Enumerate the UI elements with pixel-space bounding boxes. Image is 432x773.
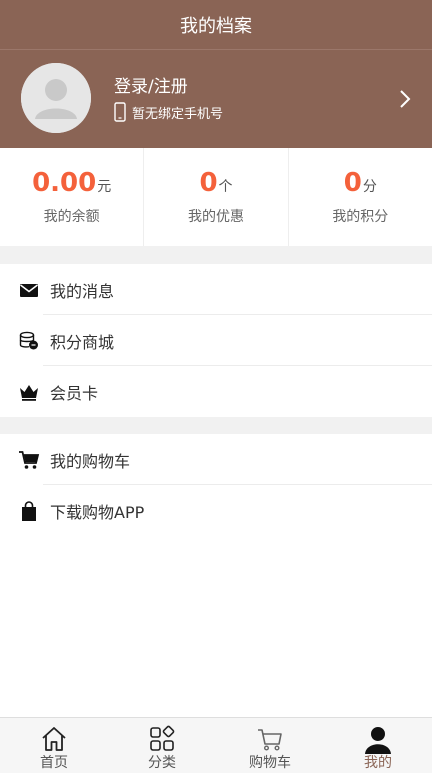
tab-label: 我的 [364,755,392,771]
section-divider [0,417,432,434]
profile-card[interactable]: 登录/注册 暂无绑定手机号 [0,50,432,148]
section-divider [0,246,432,264]
points-unit: 分 [362,179,377,195]
mail-icon [18,279,40,301]
balance-unit: 元 [97,179,112,195]
coins-icon [18,330,40,352]
stat-coupons[interactable]: 0 个 我的优惠 [144,148,289,246]
cart-icon [18,449,40,471]
account-stats: 0.00 元 我的余额 0 个 我的优惠 0 分 我的积分 [0,148,432,246]
page-title: 我的档案 [180,15,252,37]
menu-item-points-mall[interactable]: 积分商城 [0,315,432,366]
menu-item-member-card[interactable]: 会员卡 [0,366,432,417]
phone-status: 暂无绑定手机号 [114,102,223,122]
chevron-right-icon[interactable] [398,88,412,110]
login-register-link[interactable]: 登录/注册 [114,72,188,97]
default-avatar-icon [21,63,91,133]
stat-points[interactable]: 0 分 我的积分 [289,148,432,246]
tab-label: 首页 [40,755,68,771]
menu-item-label: 下载购物APP [50,502,145,522]
phone-status-text: 暂无绑定手机号 [132,106,224,122]
tab-mine[interactable]: 我的 [324,718,432,773]
points-value: 0 [343,168,362,198]
tab-cart[interactable]: 购物车 [216,718,324,773]
shopping-bag-icon [18,500,40,522]
balance-label: 我的余额 [43,209,100,225]
coupons-unit: 个 [218,179,233,195]
mobile-phone-icon [114,102,126,122]
top-bar: 我的档案 [0,0,432,50]
menu-group-account: 我的消息 积分商城 会员卡 [0,264,432,417]
stat-balance[interactable]: 0.00 元 我的余额 [0,148,145,246]
menu-item-messages[interactable]: 我的消息 [0,264,432,315]
menu-item-label: 我的消息 [50,281,115,301]
bottom-tab-bar: 首页 分类 购物车 我的 [0,717,432,773]
coupons-value: 0 [199,168,218,198]
tab-category[interactable]: 分类 [108,718,216,773]
user-icon [365,727,391,754]
balance-value: 0.00 [32,168,97,198]
avatar[interactable] [21,63,91,133]
menu-item-cart[interactable]: 我的购物车 [0,434,432,485]
menu-item-label: 积分商城 [50,332,115,352]
menu-item-label: 我的购物车 [50,451,131,471]
points-label: 我的积分 [332,209,389,225]
menu-item-download-app[interactable]: 下载购物APP [0,485,432,536]
menu-item-label: 会员卡 [50,383,99,403]
crown-icon [18,381,40,403]
menu-group-shopping: 我的购物车 下载购物APP [0,434,432,536]
tab-label: 购物车 [249,755,291,771]
coupons-label: 我的优惠 [187,209,244,225]
home-icon [42,727,66,751]
grid-icon [150,725,175,751]
tab-home[interactable]: 首页 [0,718,108,773]
cart-icon [258,729,282,751]
tab-label: 分类 [148,755,176,771]
